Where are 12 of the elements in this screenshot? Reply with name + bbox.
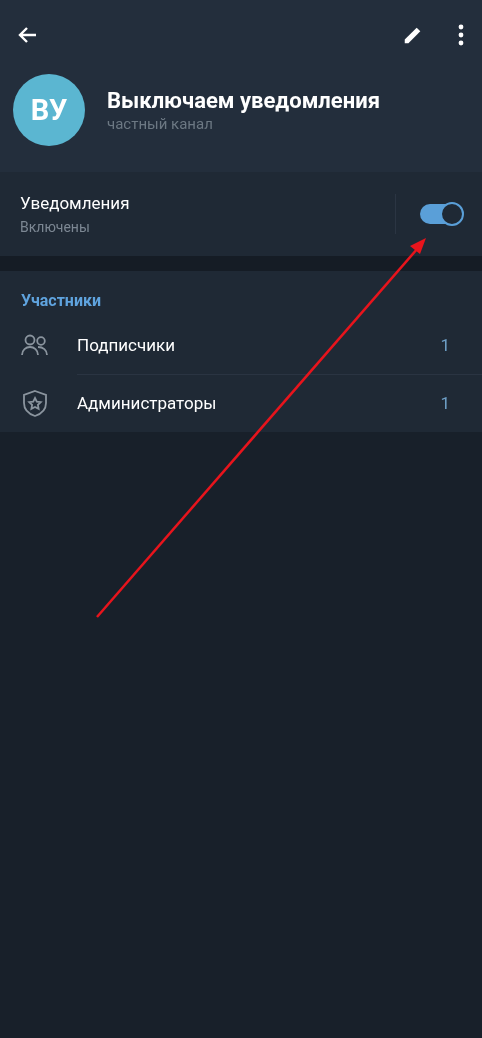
notifications-toggle[interactable] — [420, 204, 462, 224]
notifications-label: Уведомления — [20, 193, 131, 213]
member-count: 1 — [440, 393, 450, 413]
channel-subtitle: частный канал — [107, 114, 214, 133]
section-title: Участники — [20, 291, 103, 312]
channel-avatar: ВУ — [13, 74, 85, 146]
channel-title: Выключаем уведомления — [107, 87, 380, 113]
member-row-label[interactable]: Подписчики — [77, 335, 441, 355]
shield-star-icon — [20, 388, 50, 418]
notifications-status: Включены — [20, 219, 91, 235]
member-row-label[interactable]: Администраторы — [77, 393, 441, 413]
member-count: 1 — [440, 335, 450, 355]
